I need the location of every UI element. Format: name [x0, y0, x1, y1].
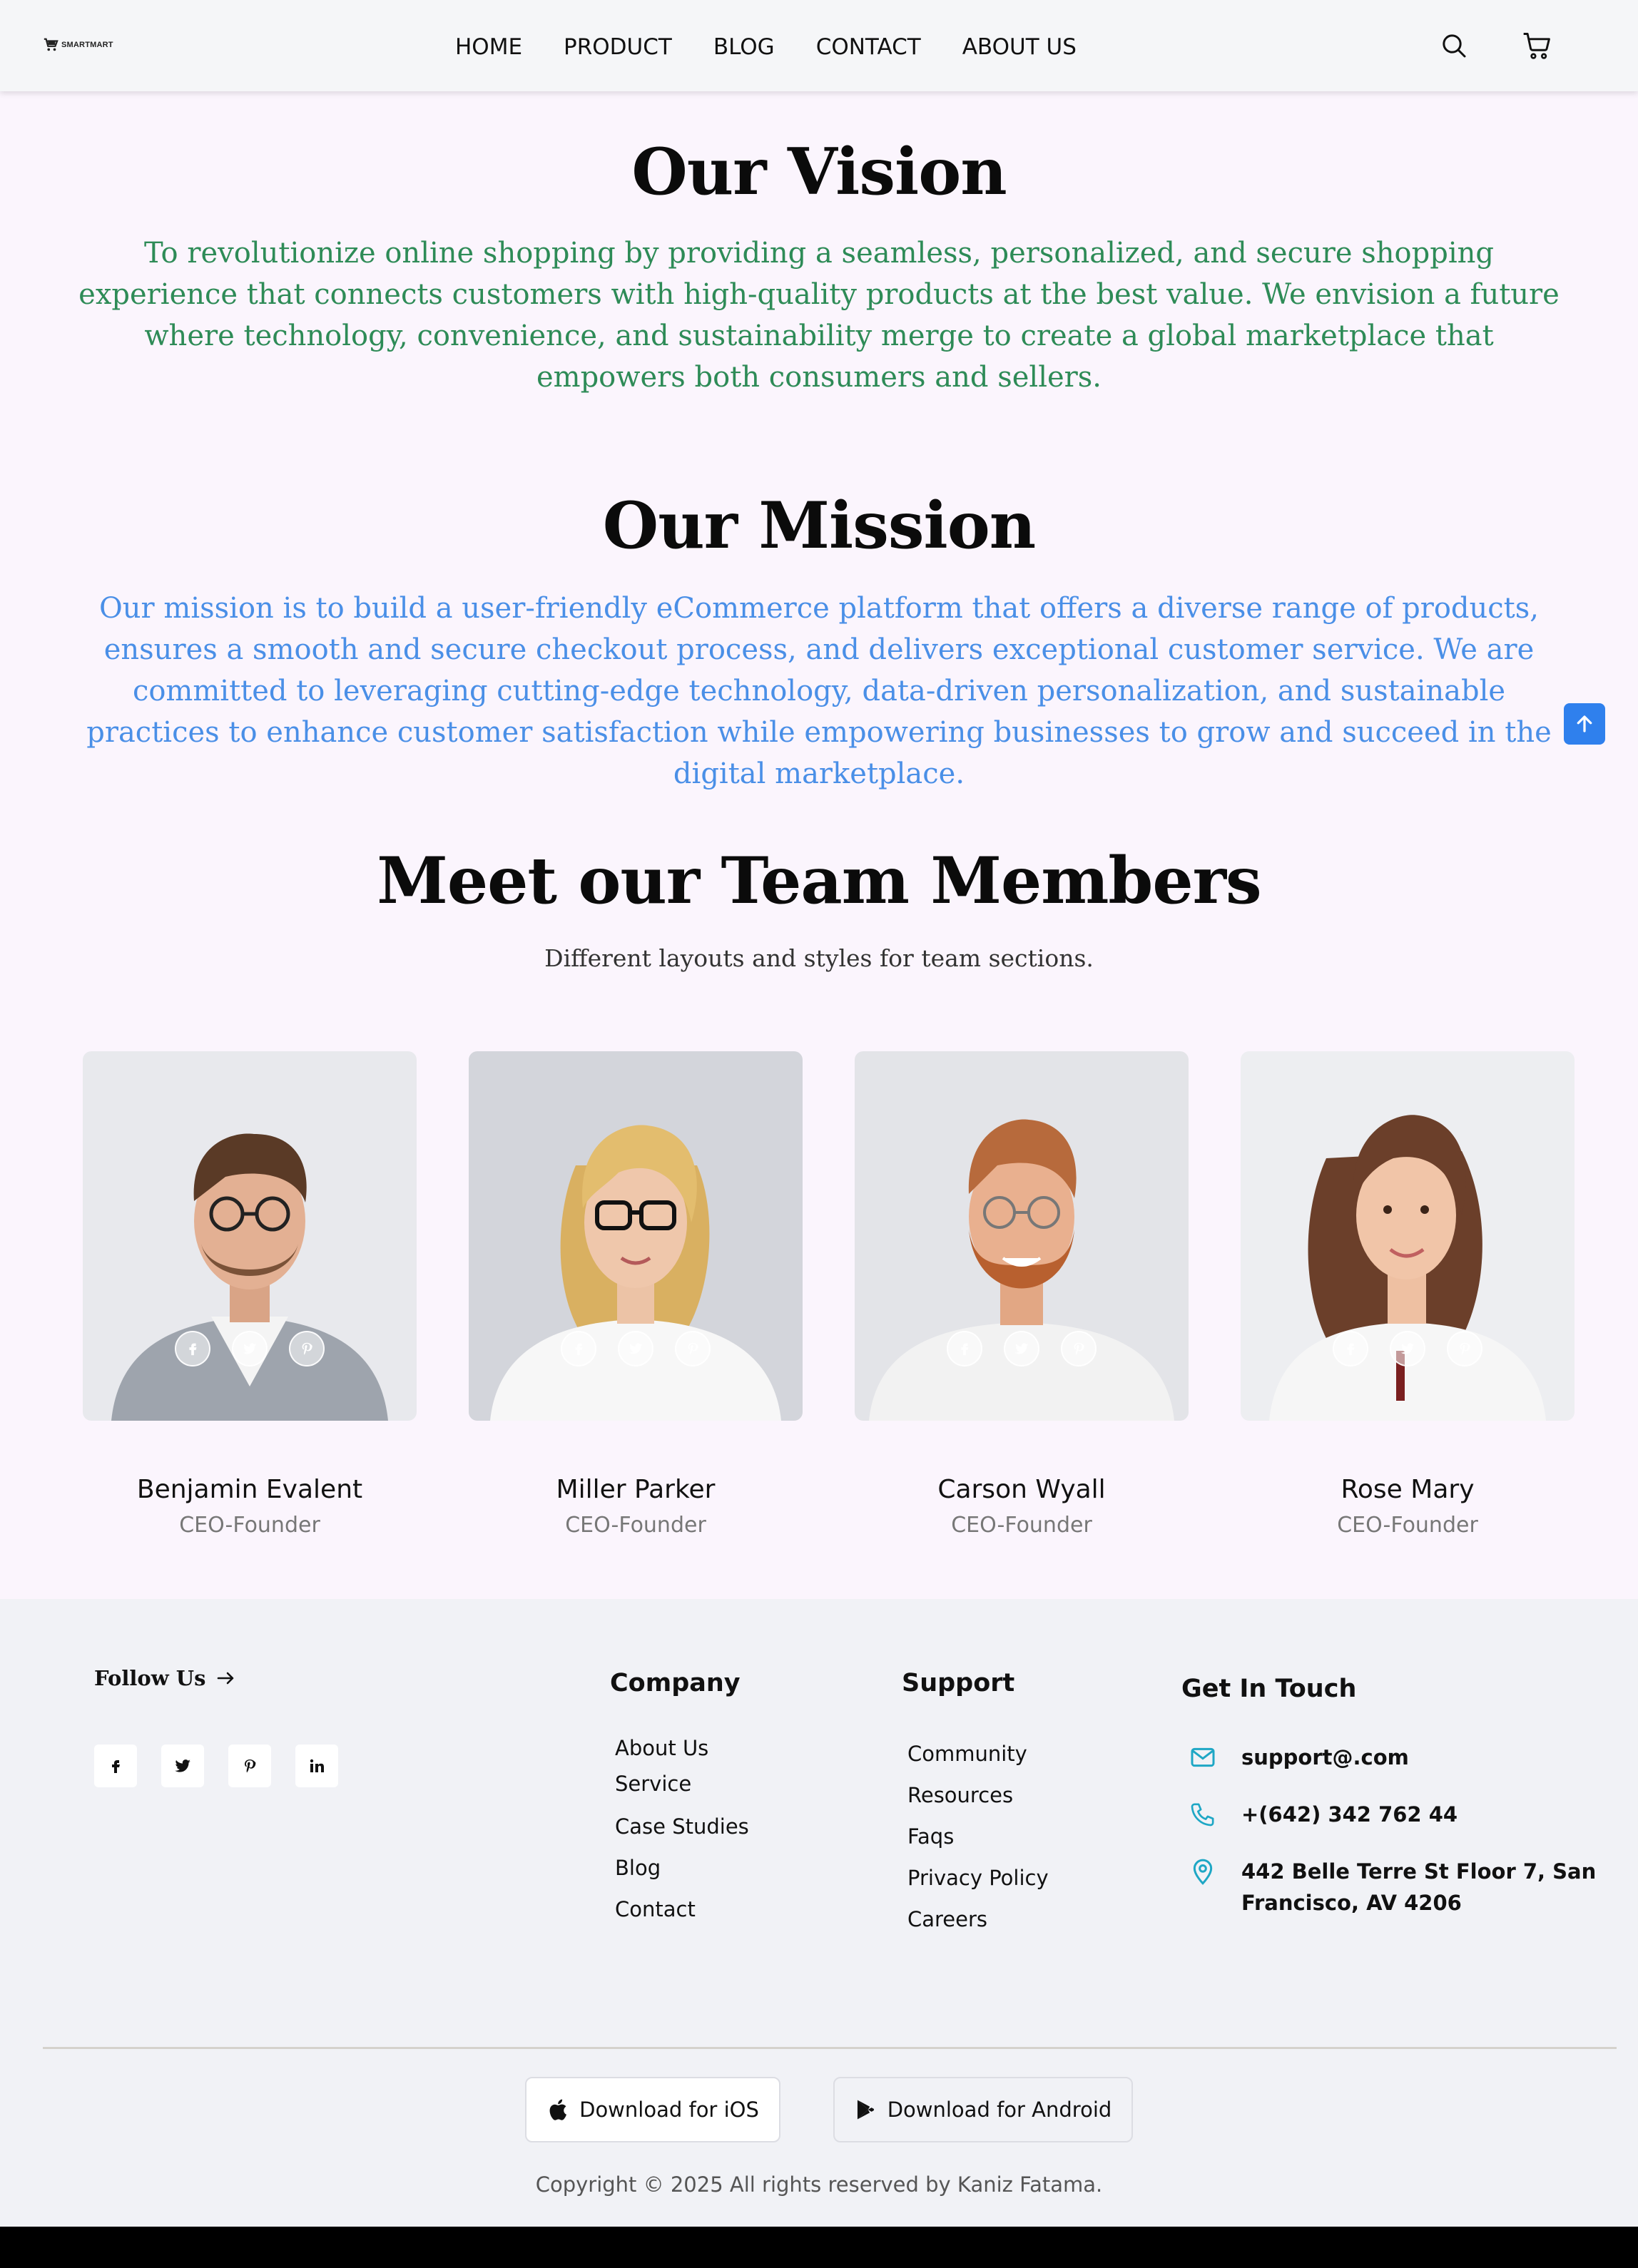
support-heading: Support — [902, 1669, 1015, 1697]
team-subtitle: Different layouts and styles for team se… — [544, 944, 1094, 972]
facebook-icon[interactable] — [947, 1331, 982, 1367]
facebook-icon[interactable] — [175, 1331, 210, 1367]
member-photo — [83, 1051, 417, 1421]
twitter-icon[interactable] — [1390, 1331, 1425, 1367]
address-line-2: Francisco, AV 4206 — [1241, 1891, 1462, 1915]
arrow-right-icon — [218, 1672, 234, 1685]
member-role: CEO-Founder — [1337, 1513, 1478, 1538]
member-photo — [469, 1051, 803, 1421]
phone-icon — [1186, 1797, 1220, 1832]
vision-text: To revolutionize online shopping by prov… — [78, 237, 1560, 394]
member-name: Carson Wyall — [937, 1475, 1106, 1504]
team-card: Carson Wyall CEO-Founder — [855, 1051, 1189, 1538]
apple-icon — [549, 2099, 567, 2120]
footer-link-resources[interactable]: Resources — [907, 1783, 1013, 1807]
twitter-icon[interactable] — [161, 1745, 204, 1787]
team-title: Meet our Team Members — [377, 843, 1261, 919]
facebook-icon[interactable] — [561, 1331, 596, 1367]
member-role: CEO-Founder — [565, 1513, 706, 1538]
nav-home[interactable]: HOME — [455, 29, 522, 66]
download-android-button[interactable]: Download for Android — [833, 2077, 1133, 2142]
member-role: CEO-Founder — [179, 1513, 320, 1538]
linkedin-icon[interactable] — [295, 1745, 338, 1787]
mission-title: Our Mission — [602, 488, 1036, 563]
footer-link-privacy-policy[interactable]: Privacy Policy — [907, 1866, 1049, 1890]
nav-contact[interactable]: CONTACT — [816, 29, 921, 66]
nav-product[interactable]: PRODUCT — [564, 29, 672, 66]
footer-link-faqs[interactable]: Faqs — [907, 1824, 954, 1849]
pinterest-icon[interactable] — [1061, 1331, 1097, 1367]
contact-email[interactable]: support@.com — [1186, 1740, 1409, 1774]
scroll-to-top-button[interactable] — [1564, 703, 1605, 745]
pinterest-icon[interactable] — [1447, 1331, 1482, 1367]
cart-icon[interactable] — [1520, 29, 1554, 63]
contact-address: 442 Belle Terre St Floor 7, San Francisc… — [1186, 1854, 1596, 1919]
pinterest-icon[interactable] — [228, 1745, 271, 1787]
mission-text: Our mission is to build a user-friendly … — [86, 592, 1552, 790]
team-card: Benjamin Evalent CEO-Founder — [83, 1051, 417, 1538]
twitter-icon[interactable] — [232, 1331, 268, 1367]
download-ios-label: Download for iOS — [579, 2098, 759, 2122]
twitter-icon[interactable] — [618, 1331, 653, 1367]
footer-divider — [43, 2047, 1617, 2049]
member-role: CEO-Founder — [951, 1513, 1092, 1538]
pinterest-icon[interactable] — [289, 1331, 325, 1367]
footer-link-service[interactable]: Service — [615, 1772, 691, 1796]
follow-us-link[interactable]: Follow Us — [94, 1666, 235, 1690]
contact-phone-text: +(642) 342 762 44 — [1241, 1802, 1458, 1827]
footer-link-contact[interactable]: Contact — [615, 1897, 696, 1921]
follow-us-label: Follow Us — [94, 1666, 206, 1690]
contact-email-text: support@.com — [1241, 1745, 1409, 1769]
contact-phone[interactable]: +(642) 342 762 44 — [1186, 1797, 1458, 1832]
card-social-links — [469, 1331, 803, 1367]
logo-text: SMARTMART — [61, 41, 113, 49]
member-name: Miller Parker — [556, 1475, 716, 1504]
team-card: Miller Parker CEO-Founder — [469, 1051, 803, 1538]
logo-cart-icon — [44, 38, 58, 51]
mail-icon — [1186, 1740, 1220, 1774]
top-navbar: SMARTMART HOME PRODUCT BLOG CONTACT ABOU… — [0, 0, 1638, 91]
footer-link-case-studies[interactable]: Case Studies — [615, 1814, 749, 1839]
facebook-icon[interactable] — [94, 1745, 137, 1787]
get-in-touch-heading: Get In Touch — [1181, 1675, 1357, 1703]
team-card: Rose Mary CEO-Founder — [1241, 1051, 1575, 1538]
nav-about-us[interactable]: ABOUT US — [962, 29, 1077, 66]
member-photo — [855, 1051, 1189, 1421]
nav-blog[interactable]: BLOG — [713, 29, 775, 66]
card-social-links — [83, 1331, 417, 1367]
location-pin-icon — [1186, 1854, 1220, 1889]
footer-link-community[interactable]: Community — [907, 1742, 1027, 1766]
footer-social-links — [94, 1745, 338, 1787]
download-android-label: Download for Android — [887, 2098, 1112, 2122]
card-social-links — [855, 1331, 1189, 1367]
member-name: Benjamin Evalent — [136, 1475, 363, 1504]
copyright-text: Copyright © 2025 All rights reserved by … — [535, 2172, 1103, 2197]
arrow-up-icon — [1577, 715, 1592, 732]
main-menu: HOME PRODUCT BLOG CONTACT ABOUT US — [455, 29, 1118, 66]
company-heading: Company — [610, 1669, 741, 1697]
footer-link-careers[interactable]: Careers — [907, 1907, 987, 1931]
address-line-1: 442 Belle Terre St Floor 7, San — [1241, 1859, 1597, 1884]
member-name: Rose Mary — [1341, 1475, 1475, 1504]
brand-logo[interactable]: SMARTMART — [43, 37, 113, 53]
search-icon[interactable] — [1437, 29, 1471, 63]
vision-title: Our Vision — [631, 134, 1007, 210]
google-play-icon — [857, 2100, 874, 2120]
pinterest-icon[interactable] — [675, 1331, 711, 1367]
download-ios-button[interactable]: Download for iOS — [525, 2077, 780, 2142]
bottom-black-bar — [0, 2227, 1638, 2268]
member-photo — [1241, 1051, 1575, 1421]
facebook-icon[interactable] — [1333, 1331, 1368, 1367]
twitter-icon[interactable] — [1004, 1331, 1039, 1367]
footer-link-about-us[interactable]: About Us — [615, 1736, 708, 1760]
footer-link-blog[interactable]: Blog — [615, 1856, 661, 1880]
card-social-links — [1241, 1331, 1575, 1367]
